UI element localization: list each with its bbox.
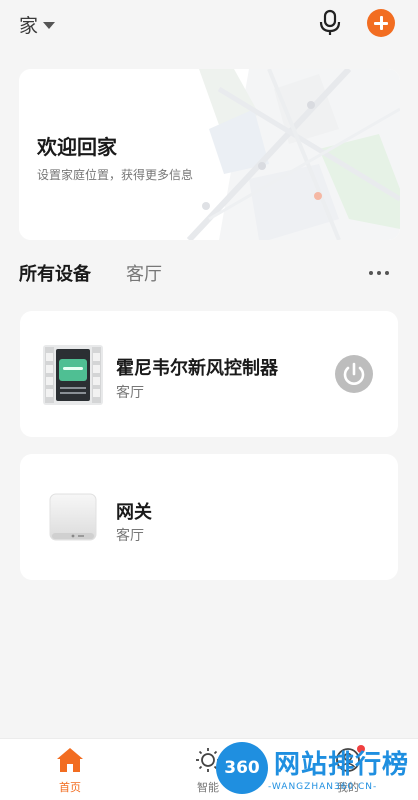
home-selector[interactable]: 家 [19,11,56,38]
device-room: 客厅 [116,528,144,544]
microphone-icon[interactable] [317,9,343,37]
more-dot [377,271,381,275]
more-horizontal-icon[interactable] [369,271,389,275]
welcome-title: 欢迎回家 [37,135,117,159]
nav-label: 首页 [59,781,81,794]
more-dot [385,271,389,275]
more-dot [369,271,373,275]
device-name: 霍尼韦尔新风控制器 [116,358,278,379]
watermark-logo: 360 [216,742,268,794]
watermark: 360 网站排行榜 -WANGZHAN360.CN- [210,738,418,800]
watermark-url: -WANGZHAN360.CN- [268,782,378,792]
tab-living-room[interactable]: 客厅 [126,260,162,286]
tab-all-devices[interactable]: 所有设备 [19,260,91,286]
nav-item-home[interactable]: 首页 [20,739,120,800]
welcome-card[interactable]: 欢迎回家 设置家庭位置，获得更多信息 [19,69,400,240]
home-icon [57,748,83,772]
watermark-text: 网站排行榜 [274,750,410,780]
top-bar: 家 [0,0,418,48]
air-controller-icon [43,345,103,405]
add-button[interactable] [367,9,395,37]
caret-down-icon [43,22,56,29]
power-button[interactable] [335,355,373,393]
power-icon [343,362,365,385]
device-room: 客厅 [116,385,144,401]
home-selector-label: 家 [19,15,39,37]
room-tabs: 所有设备 客厅 [19,260,399,290]
device-card-gateway[interactable]: 网关 客厅 [20,454,398,580]
welcome-subtitle: 设置家庭位置，获得更多信息 [37,168,194,182]
device-card-air-controller[interactable]: 霍尼韦尔新风控制器 客厅 [20,311,398,437]
device-name: 网关 [116,502,152,523]
gateway-icon [49,493,97,541]
